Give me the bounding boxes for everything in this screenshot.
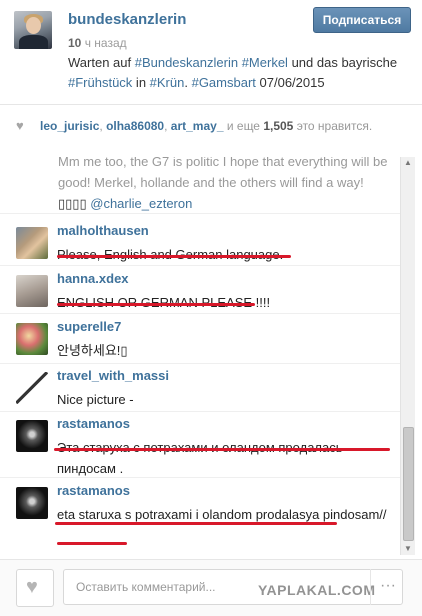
ellipsis-icon[interactable]: ··· bbox=[370, 569, 405, 605]
likes-text: leo_jurisic, olha86080, art_may_ и еще 1… bbox=[40, 118, 410, 135]
comment-placeholder: Оставить комментарий... bbox=[76, 580, 216, 594]
likes-count[interactable]: 1,505 bbox=[263, 119, 293, 133]
likes-more-text: и еще bbox=[226, 119, 260, 133]
comment-partial: Mm me too, the G7 is politic I hope that… bbox=[58, 157, 393, 214]
comment-text: Mm me too, the G7 is politic I hope that… bbox=[58, 157, 388, 190]
scrollbar-thumb[interactable] bbox=[403, 427, 414, 541]
like-user[interactable]: leo_jurisic bbox=[40, 119, 99, 133]
commenter-avatar[interactable] bbox=[16, 420, 48, 452]
comment-text: Эта старуха с потрахами и оландом продал… bbox=[57, 440, 343, 476]
commenter-avatar[interactable] bbox=[16, 275, 48, 307]
red-underline bbox=[54, 448, 390, 451]
commenter-name[interactable]: travel_with_massi bbox=[57, 368, 169, 383]
red-underline bbox=[55, 522, 337, 525]
comment-footer: ♥ Оставить комментарий... YAPLAKAL.COM ·… bbox=[0, 559, 422, 616]
divider bbox=[0, 477, 400, 478]
commenter-avatar[interactable] bbox=[16, 487, 48, 519]
comment-boxes: ▯▯▯▯ bbox=[58, 196, 87, 211]
hashtag-link[interactable]: #Gamsbart bbox=[192, 75, 256, 90]
commenter-avatar[interactable] bbox=[16, 323, 48, 355]
scroll-down-icon[interactable]: ▼ bbox=[401, 543, 415, 555]
heart-icon: ♥ bbox=[26, 576, 38, 598]
like-button[interactable]: ♥ bbox=[16, 569, 54, 607]
likes-summary: ♥ leo_jurisic, olha86080, art_may_ и еще… bbox=[0, 112, 422, 152]
comment-text: Nice picture - bbox=[57, 392, 134, 407]
hashtag-link[interactable]: #Bundeskanzlerin bbox=[135, 55, 238, 70]
comment-mention[interactable]: @charlie_ezteron bbox=[90, 196, 192, 211]
time-unit: ч назад bbox=[84, 36, 127, 50]
comments-list[interactable]: Mm me too, the G7 is politic I hope that… bbox=[0, 157, 400, 555]
scroll-up-icon[interactable]: ▲ bbox=[401, 157, 415, 169]
commenter-name[interactable]: hanna.xdex bbox=[57, 271, 129, 286]
post-time: 10 ч назад bbox=[68, 36, 127, 50]
hashtag-link[interactable]: #Merkel bbox=[242, 55, 288, 70]
likes-suffix: это нравится. bbox=[296, 119, 373, 133]
like-separator: , bbox=[164, 119, 168, 133]
divider bbox=[0, 213, 400, 214]
comment-text: 안녕하세요!▯ bbox=[57, 343, 128, 358]
heart-icon: ♥ bbox=[16, 118, 24, 133]
hashtag-link[interactable]: #Krün bbox=[150, 75, 185, 90]
post-caption: Warten auf #Bundeskanzlerin #Merkel und … bbox=[68, 55, 398, 90]
like-user[interactable]: art_may_ bbox=[171, 119, 224, 133]
author-avatar[interactable] bbox=[14, 11, 52, 49]
divider bbox=[0, 265, 400, 266]
commenter-avatar[interactable] bbox=[16, 372, 48, 404]
time-number: 10 bbox=[68, 36, 82, 50]
commenter-name[interactable]: malholthausen bbox=[57, 223, 149, 238]
author-username[interactable]: bundeskanzlerin bbox=[68, 11, 186, 28]
red-underline bbox=[57, 303, 255, 306]
like-separator: , bbox=[99, 119, 103, 133]
divider bbox=[0, 313, 400, 314]
like-user[interactable]: olha86080 bbox=[106, 119, 164, 133]
hashtag-link[interactable]: #Frühstück bbox=[68, 75, 132, 90]
watermark: YAPLAKAL.COM bbox=[258, 582, 376, 598]
commenter-avatar[interactable] bbox=[16, 227, 48, 259]
red-underline bbox=[57, 255, 291, 258]
commenter-name[interactable]: superelle7 bbox=[57, 319, 121, 334]
divider bbox=[0, 411, 400, 412]
comments-scrollbar[interactable]: ▲ ▼ bbox=[400, 157, 415, 555]
post-header: bundeskanzlerin 10 ч назад Warten auf #B… bbox=[0, 0, 422, 105]
follow-button[interactable]: Подписаться bbox=[313, 7, 411, 33]
divider bbox=[0, 363, 400, 364]
commenter-name[interactable]: rastamanos bbox=[57, 416, 130, 431]
commenter-name[interactable]: rastamanos bbox=[57, 483, 130, 498]
red-underline bbox=[57, 542, 127, 545]
